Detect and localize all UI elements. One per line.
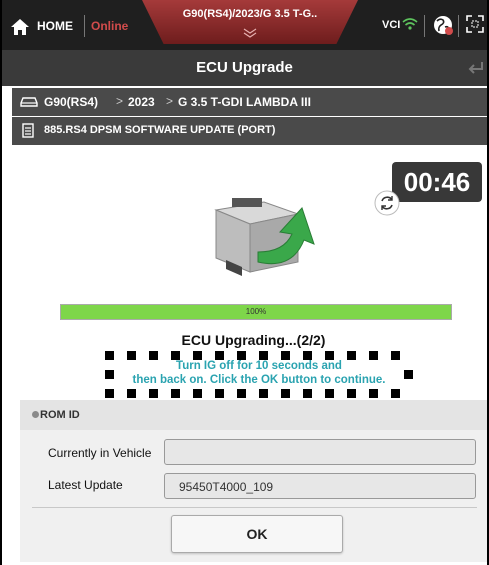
latest-version-label: Latest Update [48,478,123,492]
border-mark [369,389,378,398]
bullet-icon [32,411,39,418]
back-icon[interactable] [466,60,484,76]
expand-icon[interactable] [466,15,484,33]
border-mark [303,389,312,398]
instruction-line-1: Turn IG off for 10 seconds and [176,360,342,372]
divider [424,15,425,37]
globe-icon[interactable] [432,14,454,36]
chevron-down-icon[interactable] [242,28,258,38]
ecu-upload-icon [214,198,315,276]
vci-label: VCI [382,19,401,31]
current-version-label: Currently in Vehicle [48,446,152,460]
breadcrumb-item-year: 2023 [128,95,155,109]
current-version-field[interactable] [164,439,476,465]
ok-button[interactable]: OK [171,515,343,553]
border-mark [391,389,400,398]
upgrade-card: 00:46 100% ECU Upgrading...(2/2) Turn IG… [20,152,487,400]
home-icon[interactable] [10,18,30,36]
border-mark [347,389,356,398]
status-title: ECU Upgrading...(2/2) [181,332,326,348]
breadcrumb-separator: > [166,94,174,108]
breadcrumb-item-model: G90(RS4) [44,95,99,109]
rom-id-label: ROM ID [40,409,80,421]
border-mark [281,389,290,398]
vehicle-title[interactable]: G90(RS4)/2023/G 3.5 T-G.. [142,8,358,20]
wifi-icon [402,18,418,30]
progress-label: 100% [245,307,267,316]
border-mark [127,389,136,398]
divider [458,15,459,37]
border-mark [259,389,268,398]
breadcrumb: G90(RS4) > 2023 > G 3.5 T-GDI LAMBDA III [12,88,487,116]
upgrade-panel: 00:46 100% ECU Upgrading...(2/2) Turn IG… [20,152,487,562]
rom-id-header: ROM ID [20,400,487,430]
border-mark [325,389,334,398]
page-title: ECU Upgrade [196,59,293,76]
border-mark [215,389,224,398]
progress-bar: 100% [60,304,452,320]
divider [32,507,477,508]
latest-version-field[interactable]: 95450T4000_109 [164,473,476,499]
document-icon [22,123,34,138]
border-mark [237,389,246,398]
divider [84,15,85,37]
procedure-bar: 885.RS4 DPSM SOFTWARE UPDATE (PORT) [12,117,487,145]
border-mark [193,389,202,398]
app-frame: HOME Online G90(RS4)/2023/G 3.5 T-G.. VC… [0,0,489,565]
border-mark [105,389,114,398]
home-label[interactable]: HOME [37,19,73,33]
title-bar: ECU Upgrade [2,50,487,86]
car-icon [20,97,38,107]
online-status: Online [91,19,129,33]
countdown-timer: 00:46 [392,162,482,202]
top-bar: HOME Online G90(RS4)/2023/G 3.5 T-G.. VC… [2,0,487,50]
breadcrumb-separator: > [116,94,124,108]
refresh-icon[interactable] [374,190,400,216]
instruction-line-2: then back on. Click the OK button to con… [132,374,386,386]
instruction-text: Turn IG off for 10 seconds and then back… [105,359,413,387]
breadcrumb-item-engine: G 3.5 T-GDI LAMBDA III [178,95,311,109]
instruction-message: Turn IG off for 10 seconds and then back… [105,351,413,398]
border-mark [171,389,180,398]
procedure-label: 885.RS4 DPSM SOFTWARE UPDATE (PORT) [44,124,276,136]
border-mark [149,389,158,398]
